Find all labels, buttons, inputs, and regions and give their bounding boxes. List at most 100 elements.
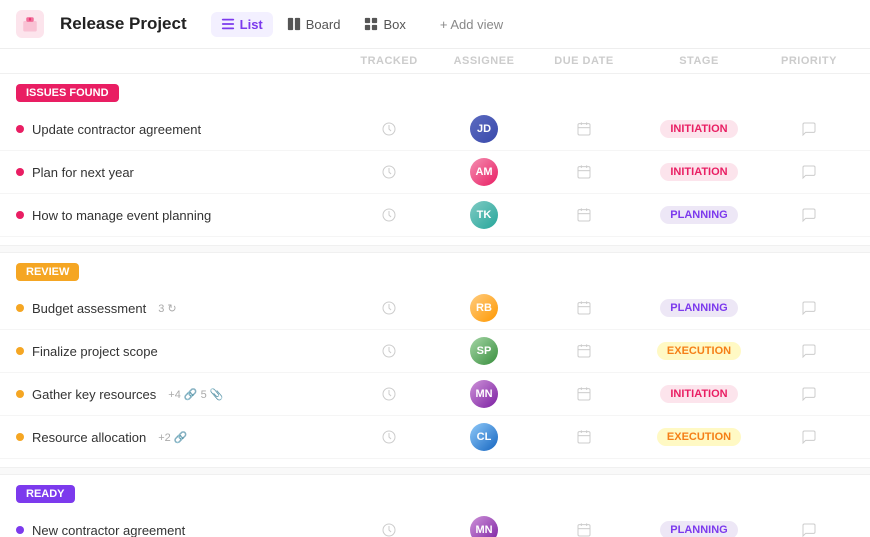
section-divider (0, 245, 870, 253)
table-row[interactable]: Resource allocation +2 🔗 CL EXECUTION (0, 416, 870, 459)
task-meta: +4 🔗 5 📎 (168, 388, 223, 401)
col-due-date: DUE DATE (534, 55, 634, 67)
section-badge-ready: READY (16, 485, 75, 503)
due-date-cell (534, 343, 634, 359)
table-row[interactable]: Update contractor agreement JD INITIATIO… (0, 108, 870, 151)
assignee-cell: MN (434, 516, 534, 537)
task-label: Resource allocation (32, 430, 146, 445)
section-header-review: REVIEW (0, 253, 870, 287)
section-badge-review: REVIEW (16, 263, 79, 281)
dot-icon (16, 433, 24, 441)
tab-board[interactable]: Board (277, 12, 351, 37)
stage-cell: EXECUTION (634, 428, 764, 446)
stage-cell: EXECUTION (634, 342, 764, 360)
priority-cell (764, 121, 854, 137)
dot-icon (16, 125, 24, 133)
add-view-button[interactable]: + Add view (432, 12, 511, 37)
due-date-cell (534, 429, 634, 445)
tracked-cell (344, 300, 434, 316)
avatar: AM (470, 158, 498, 186)
table-row[interactable]: Plan for next year AM INITIATION (0, 151, 870, 194)
stage-badge: PLANNING (660, 206, 737, 224)
assignee-cell: RB (434, 294, 534, 322)
task-name: Finalize project scope (16, 344, 344, 359)
task-meta: +2 🔗 (158, 431, 187, 444)
due-date-cell (534, 300, 634, 316)
section-ready: READY New contractor agreement MN PLANNI… (0, 475, 870, 537)
stage-cell: PLANNING (634, 206, 764, 224)
task-name: Budget assessment 3 ↻ (16, 301, 344, 316)
avatar: SP (470, 337, 498, 365)
main-content: ISSUES FOUND Update contractor agreement… (0, 74, 870, 537)
task-name: Resource allocation +2 🔗 (16, 430, 344, 445)
due-date-cell (534, 121, 634, 137)
tab-list[interactable]: List (211, 12, 273, 37)
col-stage: STAGE (634, 55, 764, 67)
table-row[interactable]: Finalize project scope SP EXECUTION (0, 330, 870, 373)
stage-badge: INITIATION (660, 385, 737, 403)
stage-badge: PLANNING (660, 299, 737, 317)
avatar: CL (470, 423, 498, 451)
tracked-cell (344, 386, 434, 402)
add-view-label: + Add view (440, 17, 503, 32)
section-badge-issues: ISSUES FOUND (16, 84, 119, 102)
priority-cell (764, 386, 854, 402)
dot-icon (16, 211, 24, 219)
col-tracked: TRACKED (344, 55, 434, 67)
assignee-cell: CL (434, 423, 534, 451)
stage-badge: PLANNING (660, 521, 737, 537)
header: Release Project List Board Box + Add vie… (0, 0, 870, 49)
stage-cell: PLANNING (634, 299, 764, 317)
assignee-cell: JD (434, 115, 534, 143)
assignee-cell: MN (434, 380, 534, 408)
task-label: Budget assessment (32, 301, 146, 316)
task-label: How to manage event planning (32, 208, 211, 223)
dot-icon (16, 390, 24, 398)
column-headers: TRACKED ASSIGNEE DUE DATE STAGE PRIORITY (0, 49, 870, 74)
task-name: How to manage event planning (16, 208, 344, 223)
table-row[interactable]: How to manage event planning TK PLANNING (0, 194, 870, 237)
tracked-cell (344, 429, 434, 445)
table-row[interactable]: Gather key resources +4 🔗 5 📎 MN INITIAT… (0, 373, 870, 416)
dot-icon (16, 526, 24, 534)
avatar: RB (470, 294, 498, 322)
stage-cell: INITIATION (634, 120, 764, 138)
stage-badge: INITIATION (660, 120, 737, 138)
tab-box-label: Box (383, 17, 405, 32)
avatar: JD (470, 115, 498, 143)
assignee-cell: AM (434, 158, 534, 186)
task-name: Plan for next year (16, 165, 344, 180)
project-title: Release Project (60, 14, 187, 34)
table-row[interactable]: New contractor agreement MN PLANNING (0, 509, 870, 537)
dot-icon (16, 168, 24, 176)
nav-tabs: List Board Box (211, 12, 416, 37)
tab-box[interactable]: Box (354, 12, 415, 37)
priority-cell (764, 429, 854, 445)
section-header-ready: READY (0, 475, 870, 509)
priority-cell (764, 300, 854, 316)
stage-cell: INITIATION (634, 385, 764, 403)
task-label: Finalize project scope (32, 344, 158, 359)
priority-cell (764, 343, 854, 359)
tab-list-label: List (240, 17, 263, 32)
tracked-cell (344, 207, 434, 223)
col-assignee: ASSIGNEE (434, 55, 534, 67)
assignee-cell: TK (434, 201, 534, 229)
table-row[interactable]: Budget assessment 3 ↻ RB PLANNING (0, 287, 870, 330)
task-label: New contractor agreement (32, 523, 185, 537)
stage-badge: EXECUTION (657, 342, 741, 360)
dot-icon (16, 347, 24, 355)
priority-cell (764, 164, 854, 180)
due-date-cell (534, 386, 634, 402)
task-label: Gather key resources (32, 387, 156, 402)
task-label: Plan for next year (32, 165, 134, 180)
section-divider (0, 467, 870, 475)
priority-cell (764, 522, 854, 537)
tracked-cell (344, 522, 434, 537)
section-issues: ISSUES FOUND Update contractor agreement… (0, 74, 870, 237)
tab-board-label: Board (306, 17, 341, 32)
task-label: Update contractor agreement (32, 122, 201, 137)
avatar: TK (470, 201, 498, 229)
avatar: MN (470, 516, 498, 537)
tracked-cell (344, 121, 434, 137)
